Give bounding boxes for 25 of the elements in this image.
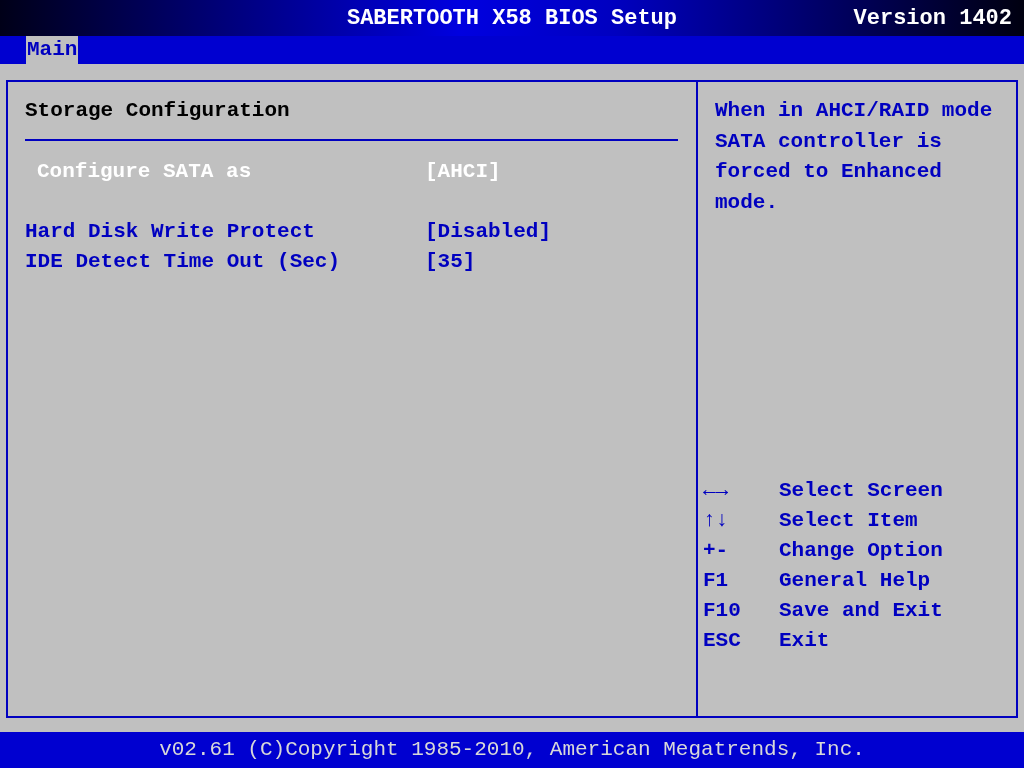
bios-title: SABERTOOTH X58 BIOS Setup — [346, 4, 678, 33]
key-action: General Help — [779, 568, 931, 595]
copyright-text: v02.61 (C)Copyright 1985-2010, American Megatrends, Inc. — [159, 737, 865, 764]
help-text-line: forced to Enhanced — [715, 159, 943, 185]
key-action: Change Option — [779, 538, 943, 565]
help-text-line: When in AHCI/RAID mode — [715, 98, 994, 124]
key-label: ←→ — [703, 478, 730, 505]
key-action: Exit — [779, 628, 830, 655]
setting-value[interactable]: [35] — [425, 246, 476, 278]
key-label: ESC — [703, 628, 742, 655]
key-action: Select Item — [779, 508, 918, 535]
section-title: Storage Configuration — [25, 98, 291, 124]
version-label: Version 1402 — [853, 4, 1012, 33]
setting-label[interactable]: IDE Detect Time Out (Sec) — [25, 246, 425, 278]
key-action: Save and Exit — [779, 598, 943, 625]
key-label: F10 — [703, 598, 742, 625]
key-label: F1 — [703, 568, 730, 595]
setting-value[interactable]: [Disabled] — [425, 216, 552, 248]
key-label: +- — [703, 538, 730, 565]
help-text-line: SATA controller is — [715, 128, 943, 155]
menu-tab[interactable]: Main — [26, 36, 79, 64]
setting-label[interactable]: Hard Disk Write Protect — [25, 216, 425, 248]
key-action: Select Screen — [779, 478, 943, 505]
help-text-line: mode. — [715, 189, 779, 216]
key-label: ↑↓ — [703, 508, 730, 535]
